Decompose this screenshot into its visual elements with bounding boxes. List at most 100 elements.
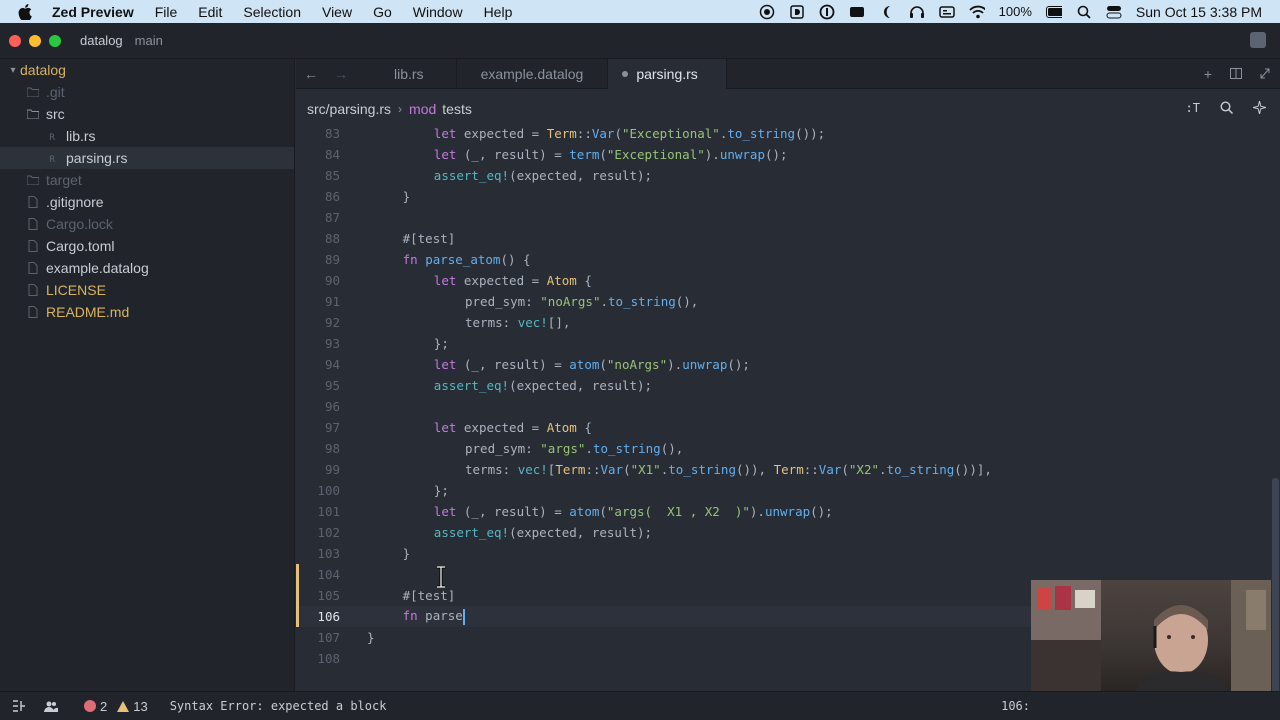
nav-forward-icon[interactable]: → — [326, 66, 356, 82]
code-line[interactable]: 84 let (_, result) = term("Exceptional").… — [296, 144, 1271, 165]
clock[interactable]: Sun Oct 15 3:38 PM — [1136, 4, 1262, 20]
code-line[interactable]: 91 pred_sym: "noArgs".to_string(), — [296, 291, 1271, 312]
code-line[interactable]: 85 assert_eq!(expected, result); — [296, 165, 1271, 186]
code-line[interactable]: 94 let (_, result) = atom("noArgs").unwra… — [296, 354, 1271, 375]
menu-view[interactable]: View — [322, 4, 352, 20]
file-icon — [26, 218, 40, 230]
code-line[interactable]: 101 let (_, result) = atom("args( X1 , X2… — [296, 501, 1271, 522]
search-icon[interactable] — [1220, 101, 1234, 117]
svg-text:R: R — [49, 133, 55, 141]
code-text: assert_eq!(expected, result); — [433, 378, 653, 393]
breadcrumb-path[interactable]: src/parsing.rs — [307, 101, 391, 117]
tree-item-src[interactable]: src — [0, 103, 294, 125]
code-line[interactable]: 88 #[test] — [296, 228, 1271, 249]
modified-dot-icon — [622, 70, 629, 77]
battery-icon[interactable] — [1045, 5, 1062, 19]
tree-item-label: parsing.rs — [66, 150, 128, 166]
code-line[interactable]: 90 let expected = Atom { — [296, 270, 1271, 291]
diagnostic-message[interactable]: Syntax Error: expected a block — [170, 699, 387, 713]
spotlight-search-icon[interactable] — [1076, 5, 1092, 19]
screen-record-icon[interactable] — [759, 4, 775, 19]
close-window-button[interactable] — [9, 34, 21, 47]
file-icon — [26, 284, 40, 296]
nav-back-icon[interactable]: ← — [296, 66, 326, 82]
menu-app-name[interactable]: Zed Preview — [52, 4, 134, 20]
code-line[interactable]: 102 assert_eq!(expected, result); — [296, 522, 1271, 543]
tree-item-parsing-rs[interactable]: R parsing.rs — [0, 147, 294, 169]
menu-edit[interactable]: Edit — [198, 4, 222, 20]
rust-file-icon: R — [46, 152, 60, 164]
menu-file[interactable]: File — [155, 4, 178, 20]
tree-item-example-datalog[interactable]: example.datalog — [0, 257, 294, 279]
tab-parsing-rs[interactable]: parsing.rs — [608, 58, 727, 89]
tree-item-datalog[interactable]: ▾ datalog — [0, 59, 294, 81]
scrollbar-thumb[interactable] — [1272, 478, 1279, 708]
menu-help[interactable]: Help — [484, 4, 513, 20]
code-line[interactable]: 99 terms: vec![Term::Var("X1".to_string()… — [296, 459, 1271, 480]
branch-name[interactable]: main — [135, 33, 163, 48]
split-pane-icon[interactable] — [1230, 66, 1242, 82]
diagnostics-summary[interactable]: 2 13 — [84, 699, 148, 714]
editor-scrollbar[interactable] — [1271, 128, 1280, 708]
user-avatar[interactable] — [1250, 32, 1266, 48]
code-line[interactable]: 93}; — [296, 333, 1271, 354]
line-number: 105 — [317, 588, 340, 603]
tree-item-label: LICENSE — [46, 282, 106, 298]
wifi-icon[interactable] — [969, 5, 985, 19]
code-line[interactable]: 86} — [296, 186, 1271, 207]
code-text: #[test] — [402, 231, 456, 246]
code-line[interactable]: 100}; — [296, 480, 1271, 501]
breadcrumb-module[interactable]: tests — [442, 101, 472, 117]
tree-item-license[interactable]: LICENSE — [0, 279, 294, 301]
line-number: 97 — [324, 420, 340, 435]
line-number: 103 — [317, 546, 340, 561]
headphones-icon[interactable] — [909, 5, 925, 19]
onepassword-icon[interactable] — [819, 4, 835, 19]
minimize-window-button[interactable] — [29, 34, 41, 47]
maximize-window-button[interactable] — [49, 34, 61, 47]
rust-file-icon: R — [46, 130, 60, 142]
tab-example-datalog[interactable]: example.datalog — [457, 58, 609, 89]
breadcrumb-keyword[interactable]: mod — [409, 101, 436, 117]
new-tab-plus-icon[interactable]: + — [1204, 66, 1212, 82]
code-line[interactable]: 89 fn parse_atom() { — [296, 249, 1271, 270]
line-number: 107 — [317, 630, 340, 645]
app-window-icon[interactable] — [849, 5, 865, 19]
code-line[interactable]: 96 — [296, 396, 1271, 417]
code-line[interactable]: 92 terms: vec![], — [296, 312, 1271, 333]
tree-item-git[interactable]: .git — [0, 81, 294, 103]
code-line[interactable]: 83 let expected = Term::Var("Exceptional"… — [296, 128, 1271, 144]
control-center-icon[interactable] — [938, 5, 955, 19]
toggles-icon[interactable] — [1106, 5, 1122, 19]
chevron-down-icon[interactable]: ▾ — [6, 65, 20, 76]
tree-item-gitignore[interactable]: .gitignore — [0, 191, 294, 213]
code-text: let expected = Atom { — [433, 273, 592, 288]
code-line[interactable]: 98 pred_sym: "args".to_string(), — [296, 438, 1271, 459]
apple-icon[interactable] — [18, 3, 38, 20]
inline-assist-icon[interactable]: :T — [1186, 101, 1200, 117]
zoom-pane-icon[interactable] — [1260, 66, 1270, 82]
tab-lib-rs[interactable]: lib.rs — [362, 58, 457, 89]
cursor-position[interactable]: 106: — [1001, 699, 1030, 713]
tree-item-cargo-lock[interactable]: Cargo.lock — [0, 213, 294, 235]
code-line[interactable]: 87 — [296, 207, 1271, 228]
tree-item-cargo-toml[interactable]: Cargo.toml — [0, 235, 294, 257]
menu-window[interactable]: Window — [413, 4, 463, 20]
macos-menubar: Zed Preview File Edit Selection View Go … — [0, 0, 1280, 23]
code-line[interactable]: 95 assert_eq!(expected, result); — [296, 375, 1271, 396]
project-panel-toggle-icon[interactable] — [12, 699, 26, 713]
collab-people-icon[interactable] — [44, 699, 58, 713]
moon-icon[interactable] — [879, 5, 895, 19]
tree-item-readme[interactable]: README.md — [0, 301, 294, 323]
dash-icon[interactable] — [789, 4, 805, 19]
project-name[interactable]: datalog — [80, 33, 123, 48]
menu-selection[interactable]: Selection — [243, 4, 301, 20]
warning-count: 13 — [133, 698, 148, 714]
tree-item-lib-rs[interactable]: R lib.rs — [0, 125, 294, 147]
tree-item-target[interactable]: target — [0, 169, 294, 191]
line-number: 90 — [324, 273, 340, 288]
code-line[interactable]: 103} — [296, 543, 1271, 564]
sparkle-assistant-icon[interactable] — [1252, 100, 1267, 117]
code-line[interactable]: 97 let expected = Atom { — [296, 417, 1271, 438]
menu-go[interactable]: Go — [373, 4, 392, 20]
